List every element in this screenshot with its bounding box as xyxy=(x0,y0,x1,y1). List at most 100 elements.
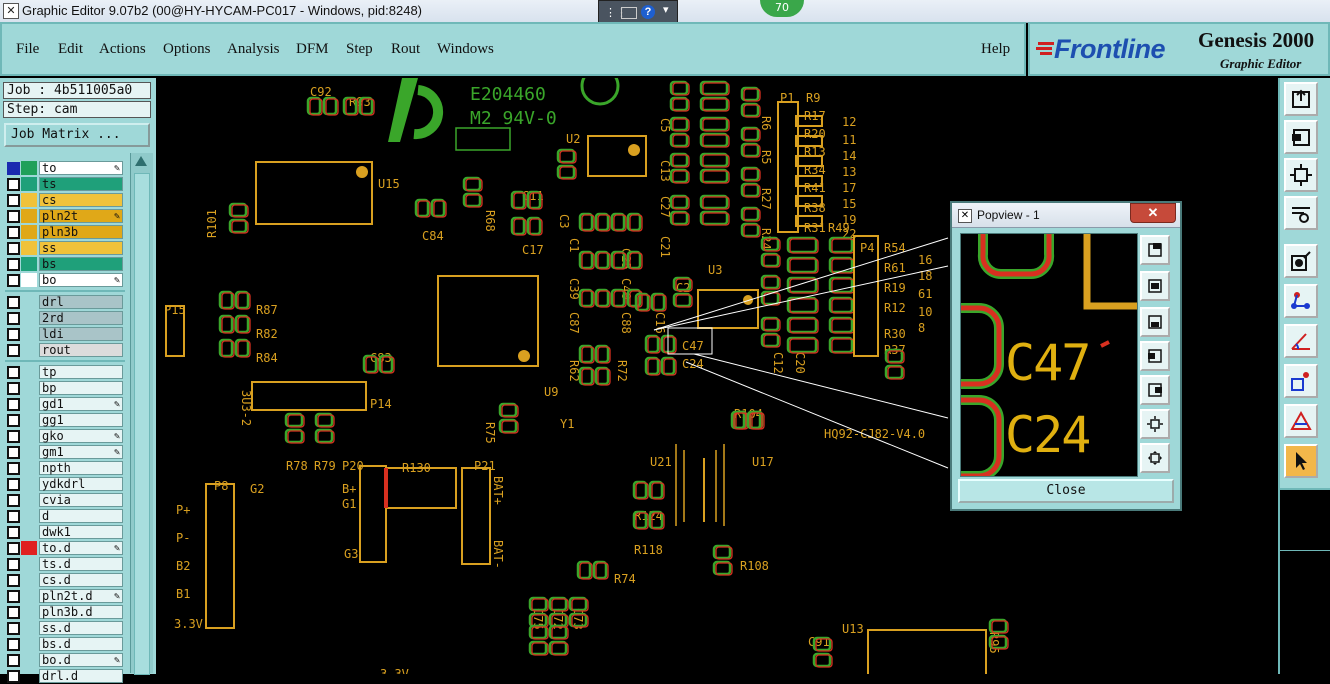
layer-row-ts-d[interactable]: ts.d xyxy=(5,556,125,572)
menu-dfm[interactable]: DFM xyxy=(296,41,329,58)
layer-checkbox[interactable] xyxy=(7,670,20,683)
layer-row-d[interactable]: d xyxy=(5,508,125,524)
menu-windows[interactable]: Windows xyxy=(437,41,494,58)
layer-row-cvia[interactable]: cvia xyxy=(5,492,125,508)
layer-name[interactable]: bp xyxy=(39,381,123,395)
layer-row-bs-d[interactable]: bs.d xyxy=(5,636,125,652)
layer-row-bo-d[interactable]: bo.d ✎ xyxy=(5,652,125,668)
tool-home[interactable] xyxy=(1284,82,1318,116)
layer-row-ydkdrl[interactable]: ydkdrl xyxy=(5,476,125,492)
popview-pan-right-button[interactable] xyxy=(1140,375,1170,405)
layer-checkbox[interactable] xyxy=(7,328,20,341)
layer-color-swatch[interactable] xyxy=(21,193,37,207)
layer-name[interactable]: ss xyxy=(39,241,123,255)
layer-row-pln2t[interactable]: pln2t ✎ xyxy=(5,208,125,224)
layer-checkbox[interactable] xyxy=(7,414,20,427)
layer-scrollbar[interactable] xyxy=(130,153,153,675)
layer-checkbox[interactable] xyxy=(7,462,20,475)
layer-row-pln3b[interactable]: pln3b xyxy=(5,224,125,240)
layer-name[interactable]: gg1 xyxy=(39,413,123,427)
layer-name[interactable]: pln2t.d ✎ xyxy=(39,589,123,603)
layer-checkbox[interactable] xyxy=(7,574,20,587)
layer-name[interactable]: ts xyxy=(39,177,123,191)
layer-name[interactable]: bo ✎ xyxy=(39,273,123,287)
layer-checkbox[interactable] xyxy=(7,382,20,395)
layer-checkbox[interactable] xyxy=(7,558,20,571)
layer-checkbox[interactable] xyxy=(7,312,20,325)
layer-row-cs-d[interactable]: cs.d xyxy=(5,572,125,588)
layer-name[interactable]: cs.d xyxy=(39,573,123,587)
keyboard-icon[interactable] xyxy=(621,7,637,19)
layer-row-ts[interactable]: ts xyxy=(5,176,125,192)
layer-row-gko[interactable]: gko ✎ xyxy=(5,428,125,444)
layer-name[interactable]: npth xyxy=(39,461,123,475)
layer-row-2rd[interactable]: 2rd xyxy=(5,310,125,326)
layer-checkbox[interactable] xyxy=(7,366,20,379)
layer-name[interactable]: bs.d xyxy=(39,637,123,651)
layer-row-ss[interactable]: ss xyxy=(5,240,125,256)
menu-rout[interactable]: Rout xyxy=(391,41,420,58)
tool-triangle[interactable] xyxy=(1284,404,1318,438)
layer-row-ss-d[interactable]: ss.d xyxy=(5,620,125,636)
layer-row-gg1[interactable]: gg1 xyxy=(5,412,125,428)
layer-checkbox[interactable] xyxy=(7,430,20,443)
layer-row-tp[interactable]: tp xyxy=(5,364,125,380)
layer-color-swatch[interactable] xyxy=(21,257,37,271)
layer-checkbox[interactable] xyxy=(7,622,20,635)
tool-shape-edit[interactable] xyxy=(1284,364,1318,398)
layer-row-drl-d[interactable]: drl.d xyxy=(5,668,125,684)
layer-color-swatch[interactable] xyxy=(21,161,37,175)
layer-row-gd1[interactable]: gd1 ✎ xyxy=(5,396,125,412)
popview-center-button[interactable] xyxy=(1140,443,1170,473)
layer-checkbox[interactable] xyxy=(7,542,20,555)
layer-row-rout[interactable]: rout xyxy=(5,342,125,358)
layer-color-swatch[interactable] xyxy=(21,209,37,223)
layer-checkbox[interactable] xyxy=(7,274,20,287)
tool-zoom-back[interactable] xyxy=(1284,120,1318,154)
layer-checkbox[interactable] xyxy=(7,606,20,619)
tool-nodes[interactable] xyxy=(1284,284,1318,318)
layer-name[interactable]: gko ✎ xyxy=(39,429,123,443)
menu-edit[interactable]: Edit xyxy=(58,41,83,58)
layer-name[interactable]: 2rd xyxy=(39,311,123,325)
layer-checkbox[interactable] xyxy=(7,446,20,459)
layer-checkbox[interactable] xyxy=(7,258,20,271)
layer-color-swatch[interactable] xyxy=(21,541,37,555)
layer-row-cs[interactable]: cs xyxy=(5,192,125,208)
menu-step[interactable]: Step xyxy=(346,41,373,58)
menu-analysis[interactable]: Analysis xyxy=(227,41,280,58)
layer-row-bp[interactable]: bp xyxy=(5,380,125,396)
tool-snap[interactable] xyxy=(1284,244,1318,278)
popview-zoom-out-button[interactable] xyxy=(1140,307,1170,337)
popview-zoom-in-button[interactable] xyxy=(1140,271,1170,301)
popview-zoom-home-button[interactable] xyxy=(1140,235,1170,265)
layer-name[interactable]: pln3b xyxy=(39,225,123,239)
layer-row-bo[interactable]: bo ✎ xyxy=(5,272,125,288)
layer-name[interactable]: dwk1 xyxy=(39,525,123,539)
layer-name[interactable]: to.d ✎ xyxy=(39,541,123,555)
tool-fit[interactable] xyxy=(1284,158,1318,192)
layer-color-swatch[interactable] xyxy=(21,177,37,191)
layer-name[interactable]: drl xyxy=(39,295,123,309)
layer-name[interactable]: rout xyxy=(39,343,123,357)
layer-checkbox[interactable] xyxy=(7,226,20,239)
layer-row-drl[interactable]: drl xyxy=(5,294,125,310)
layer-name[interactable]: d xyxy=(39,509,123,523)
layer-color-swatch[interactable] xyxy=(21,273,37,287)
layer-checkbox[interactable] xyxy=(7,638,20,651)
chevron-down-icon[interactable]: ▾ xyxy=(663,3,669,16)
tool-pointer[interactable] xyxy=(1284,444,1318,478)
layer-name[interactable]: cvia xyxy=(39,493,123,507)
layer-checkbox[interactable] xyxy=(7,654,20,667)
layer-name[interactable]: ss.d xyxy=(39,621,123,635)
job-matrix-button[interactable]: Job Matrix ... xyxy=(4,123,150,147)
app-close-icon[interactable]: ✕ xyxy=(3,3,19,19)
layer-checkbox[interactable] xyxy=(7,242,20,255)
layer-name[interactable]: drl.d xyxy=(39,669,123,683)
layer-name[interactable]: tp xyxy=(39,365,123,379)
layer-checkbox[interactable] xyxy=(7,494,20,507)
layer-checkbox[interactable] xyxy=(7,510,20,523)
popview-canvas[interactable]: C47 C24 xyxy=(960,233,1138,477)
popview-close-icon[interactable]: ✕ xyxy=(1130,203,1176,223)
layer-name[interactable]: gm1 ✎ xyxy=(39,445,123,459)
